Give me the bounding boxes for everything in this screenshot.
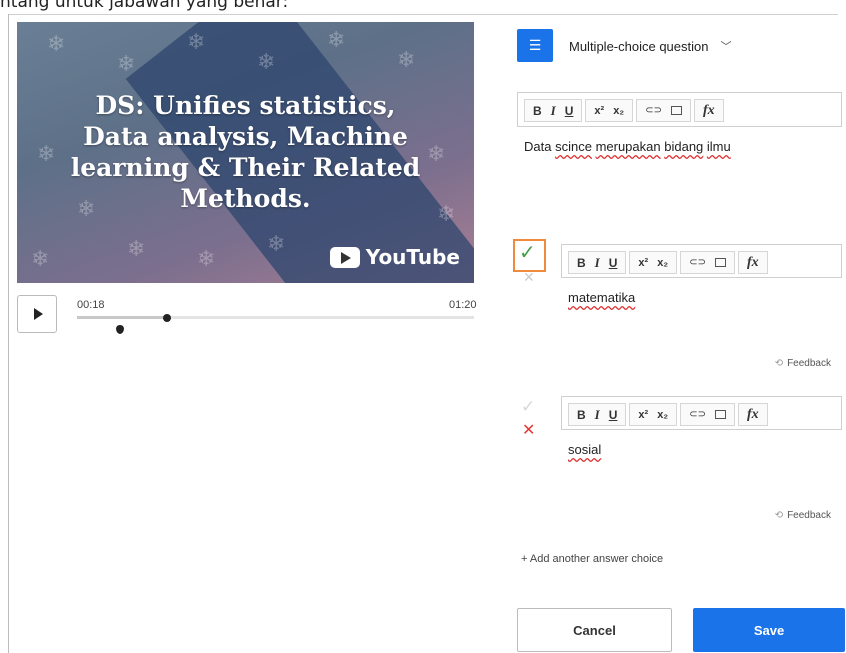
seek-handle[interactable] (163, 314, 171, 322)
answer-editor-1[interactable]: B I U x² x₂ ⊂⊃ fx matematika ⟲ Feedback (561, 244, 842, 380)
snowflake-decor: ❄ (117, 52, 136, 77)
feedback-icon: ⟲ (774, 510, 784, 521)
formula-group: fx (737, 251, 768, 274)
youtube-play-icon (329, 246, 360, 268)
snowflake-decor: ❄ (267, 232, 286, 257)
bold-button[interactable]: B (533, 104, 542, 118)
link-icon[interactable]: ⊂⊃ (689, 409, 706, 420)
question-text: Data scince merupakan bidang ilmu (524, 139, 731, 154)
image-icon[interactable] (670, 106, 682, 115)
feedback-button[interactable]: ⟲ Feedback (775, 358, 831, 369)
duration-time: 01:20 (449, 299, 477, 311)
snowflake-decor: ❄ (397, 48, 416, 73)
bold-button[interactable]: B (577, 408, 586, 422)
misspelled-word: ilmu (706, 139, 731, 154)
link-icon[interactable]: ⊂⊃ (689, 257, 706, 268)
image-icon[interactable] (714, 258, 726, 267)
italic-button[interactable]: I (595, 407, 600, 423)
link-icon[interactable]: ⊂⊃ (645, 105, 662, 116)
image-icon[interactable] (714, 410, 726, 419)
mark-wrong-x-icon[interactable]: ✕ (523, 270, 535, 286)
feedback-label: Feedback (787, 510, 831, 521)
feedback-icon: ⟲ (774, 358, 784, 369)
panel-top-border (8, 14, 838, 15)
seek-bar[interactable] (77, 316, 474, 319)
misspelled-word: scince (555, 139, 592, 154)
formula-button[interactable]: fx (747, 255, 759, 271)
snowflake-decor: ❄ (127, 237, 146, 262)
superscript-button[interactable]: x² (638, 257, 648, 269)
answer-toolbar: B I U x² x₂ ⊂⊃ fx (568, 251, 768, 274)
snowflake-decor: ❄ (257, 50, 276, 75)
bold-button[interactable]: B (577, 256, 586, 270)
script-group: x² x₂ (629, 403, 678, 426)
formula-button[interactable]: fx (747, 407, 759, 423)
italic-button[interactable]: I (595, 255, 600, 271)
question-text-field[interactable]: Data scince merupakan bidang ilmu (517, 126, 842, 231)
snowflake-decor: ❄ (327, 28, 346, 53)
misspelled-word: bidang (664, 139, 704, 154)
current-time: 00:18 (77, 299, 105, 311)
panel-left-border (8, 14, 9, 653)
answer-editor-2[interactable]: B I U x² x₂ ⊂⊃ fx sosial ⟲ Feedback (561, 396, 842, 532)
youtube-label: YouTube (365, 245, 460, 269)
text-format-group: B I U (568, 403, 627, 426)
underline-button[interactable]: U (609, 256, 618, 270)
subscript-button[interactable]: x₂ (657, 257, 668, 269)
chevron-down-icon: ﹀ (720, 40, 732, 53)
question-type-label: Multiple-choice question (569, 38, 709, 54)
question-toolbar: B I U x² x₂ ⊂⊃ fx (524, 99, 724, 122)
subscript-button[interactable]: x₂ (657, 409, 668, 421)
snowflake-decor: ❄ (31, 247, 50, 272)
cancel-button[interactable]: Cancel (517, 608, 672, 652)
snowflake-decor: ❄ (187, 30, 206, 55)
superscript-button[interactable]: x² (594, 105, 604, 117)
save-button[interactable]: Save (693, 608, 845, 652)
mark-correct-check-icon[interactable]: ✓ (519, 240, 536, 264)
snowflake-decor: ❄ (47, 32, 66, 57)
script-group: x² x₂ (585, 99, 634, 122)
script-group: x² x₂ (629, 251, 678, 274)
answer-text: sosial (568, 442, 602, 457)
instruction-caption: ntang untuk jabawan yang benar: (0, 0, 289, 12)
question-list-icon[interactable]: ☰ (517, 29, 553, 62)
hover-marker (116, 325, 124, 334)
insert-group: ⊂⊃ (680, 251, 735, 274)
italic-button[interactable]: I (551, 103, 556, 119)
video-player[interactable]: ❄ ❄ ❄ ❄ ❄ ❄ ❄ ❄ ❄ ❄ ❄ ❄ ❄ ❄ DS: Unifies … (17, 22, 474, 283)
formula-group: fx (693, 99, 724, 122)
formula-group: fx (737, 403, 768, 426)
feedback-label: Feedback (787, 358, 831, 369)
feedback-button[interactable]: ⟲ Feedback (775, 510, 831, 521)
add-answer-choice-link[interactable]: + Add another answer choice (521, 553, 663, 565)
snowflake-decor: ❄ (197, 247, 216, 272)
question-type-dropdown[interactable]: Multiple-choice question ﹀ (569, 38, 731, 54)
play-button[interactable] (17, 295, 57, 333)
video-title: DS: Unifies statistics, Data analysis, M… (70, 91, 421, 213)
insert-group: ⊂⊃ (680, 403, 735, 426)
mark-correct-check-icon[interactable]: ✓ (521, 397, 535, 417)
youtube-logo[interactable]: YouTube (329, 245, 460, 269)
mark-wrong-x-icon[interactable]: ✕ (522, 420, 535, 439)
answer-text: matematika (568, 290, 636, 305)
underline-button[interactable]: U (565, 104, 574, 118)
misspelled-word: merupakan (595, 139, 661, 154)
answer-toolbar: B I U x² x₂ ⊂⊃ fx (568, 403, 768, 426)
underline-button[interactable]: U (609, 408, 618, 422)
text-format-group: B I U (568, 251, 627, 274)
text-format-group: B I U (524, 99, 583, 122)
insert-group: ⊂⊃ (636, 99, 691, 122)
seek-bar-progress (77, 316, 167, 319)
superscript-button[interactable]: x² (638, 409, 648, 421)
question-editor[interactable]: B I U x² x₂ ⊂⊃ fx Data scince merupakan … (517, 92, 842, 231)
subscript-button[interactable]: x₂ (613, 105, 624, 117)
formula-button[interactable]: fx (703, 103, 715, 119)
